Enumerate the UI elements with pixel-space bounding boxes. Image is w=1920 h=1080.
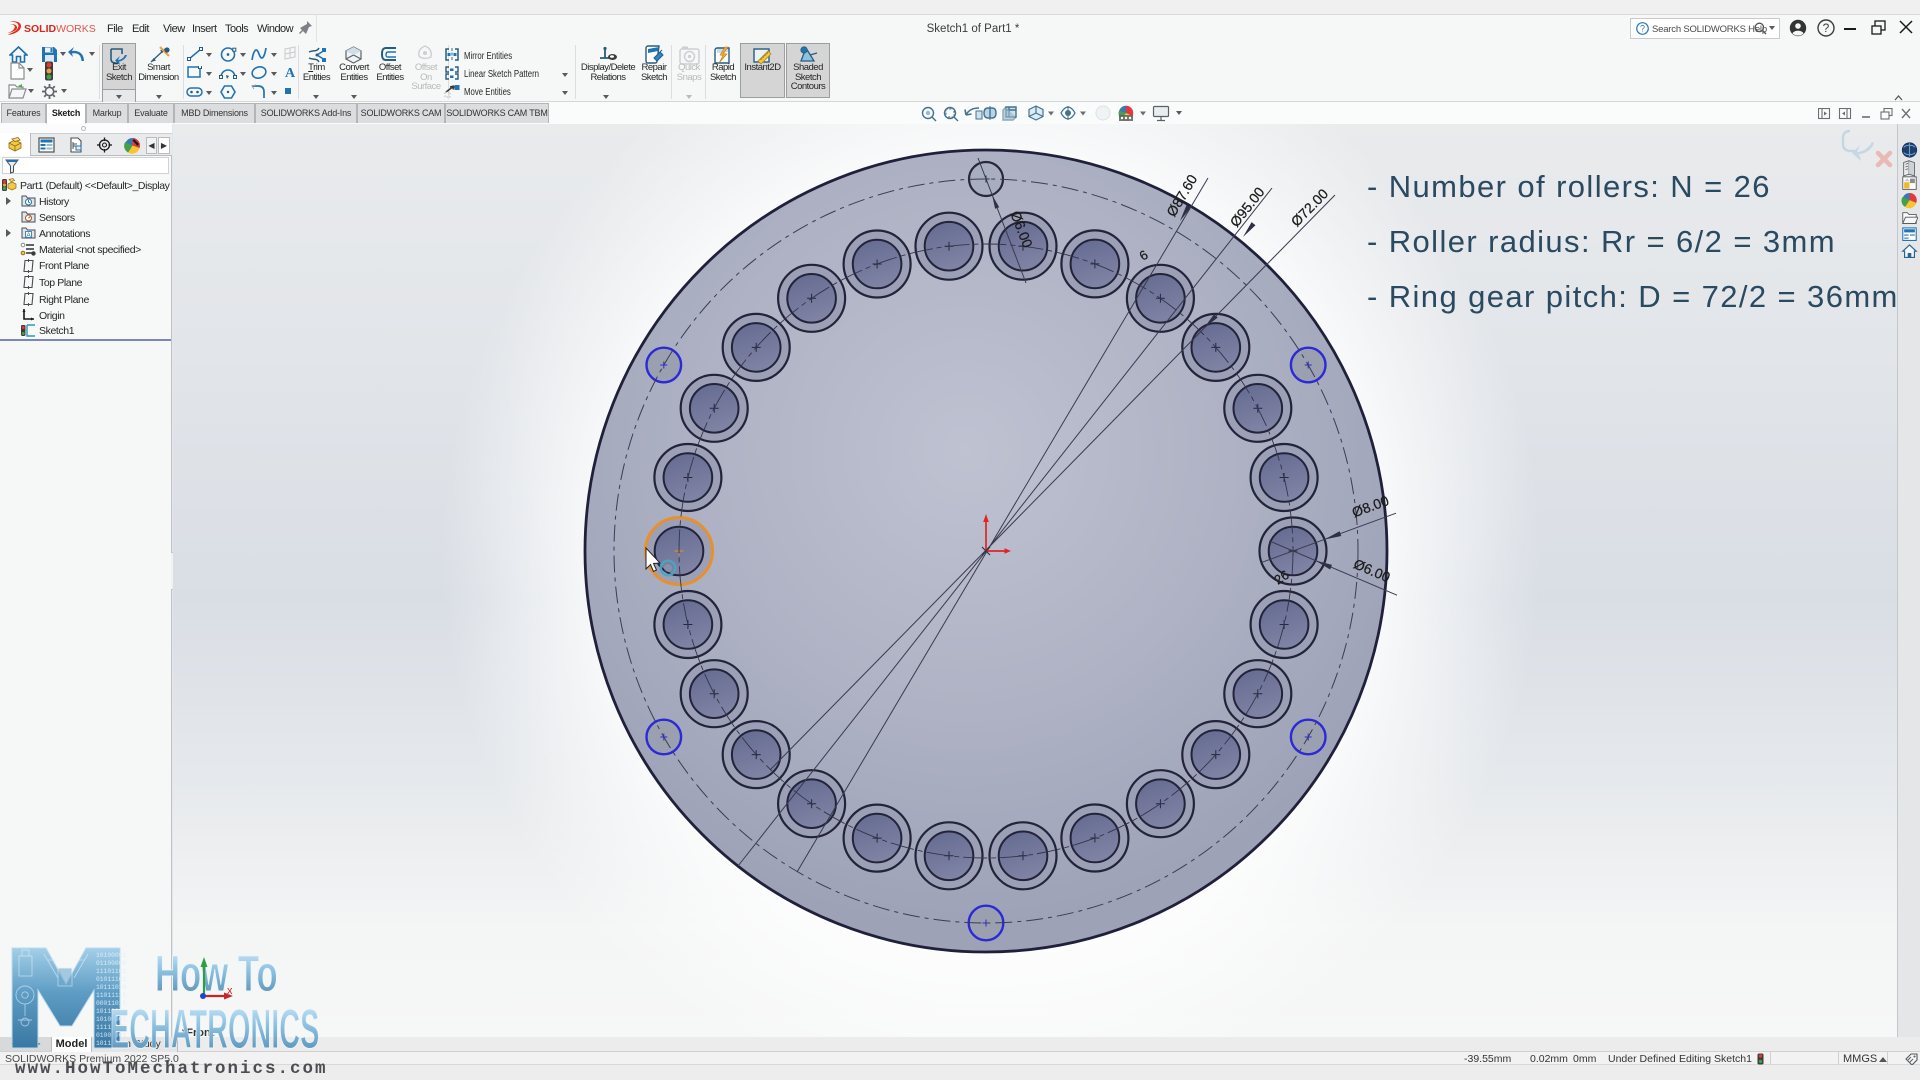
svg-text:Ø72.00: Ø72.00: [1288, 185, 1332, 229]
svg-text:*Front: *Front: [182, 1027, 215, 1037]
svg-text:A: A: [26, 232, 31, 239]
svg-text:A: A: [285, 66, 296, 81]
svg-text:?: ?: [1823, 21, 1830, 35]
svg-text:?: ?: [1640, 24, 1645, 34]
svg-text:Ø95.00: Ø95.00: [1227, 184, 1268, 230]
